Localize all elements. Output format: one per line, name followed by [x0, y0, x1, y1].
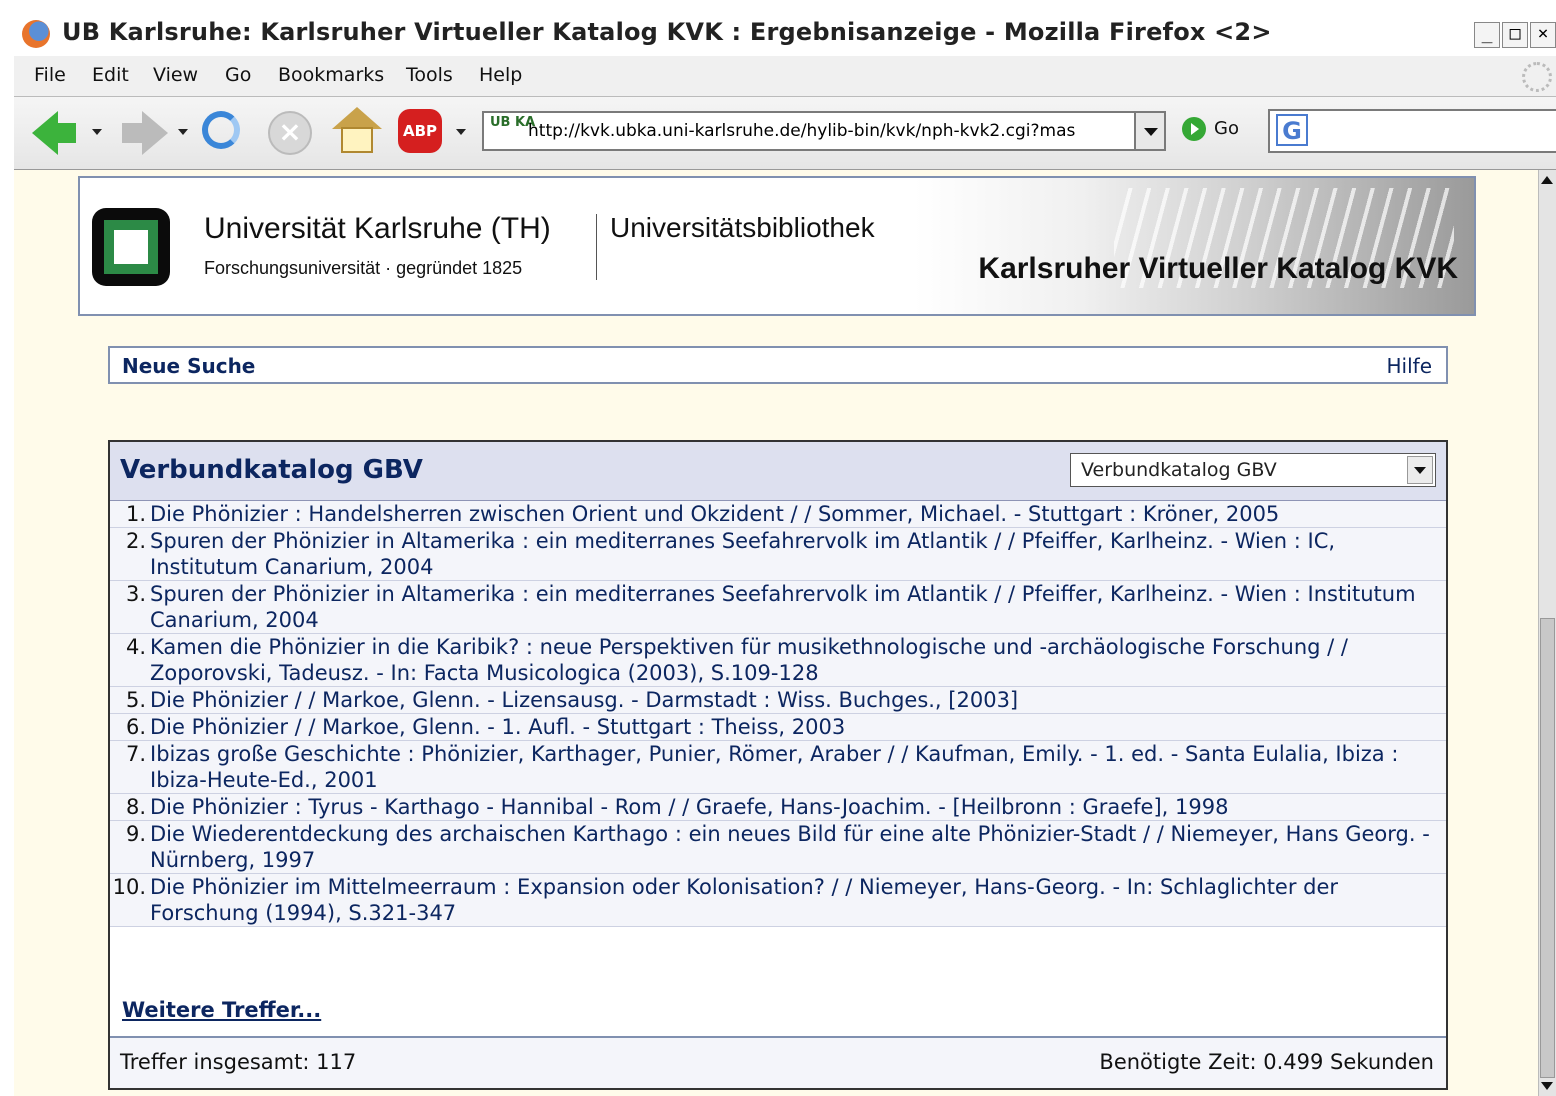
- results-footer: Treffer insgesamt: 117 Benötigte Zeit: 0…: [110, 1036, 1446, 1088]
- go-arrow-icon: [1182, 117, 1206, 141]
- reload-button[interactable]: [202, 111, 240, 149]
- forward-button[interactable]: [122, 111, 168, 155]
- menu-bar: File Edit View Go Bookmarks Tools Help: [14, 56, 1556, 97]
- results-header: Verbundkatalog GBV Verbundkatalog GBV: [110, 442, 1446, 501]
- library-name: Universitätsbibliothek: [610, 212, 875, 243]
- result-item: 4. Kamen die Phönizier in die Karibik? : …: [110, 634, 1446, 687]
- result-item: 9. Die Wiederentdeckung des archaischen K…: [110, 821, 1446, 874]
- result-item: 8. Die Phönizier : Tyrus - Karthago - Han…: [110, 794, 1446, 821]
- result-item: 3. Spuren der Phönizier in Altamerika : e…: [110, 581, 1446, 634]
- scrollbar-thumb[interactable]: [1540, 618, 1555, 1078]
- new-search-link[interactable]: Neue Suche: [122, 354, 255, 378]
- stop-button[interactable]: ×: [268, 111, 312, 155]
- url-text[interactable]: http://kvk.ubka.uni-karlsruhe.de/hylib-b…: [528, 121, 1075, 141]
- result-item: 5. Die Phönizier / / Markoe, Glenn. - Liz…: [110, 687, 1446, 714]
- result-item: 1. Die Phönizier : Handelsherren zwischen…: [110, 501, 1446, 528]
- result-number: 9.: [125, 822, 146, 846]
- window-title: UB Karlsruhe: Karlsruher Virtueller Kata…: [62, 18, 1272, 46]
- result-item: 10. Die Phönizier im Mittelmeerraum : Exp…: [110, 874, 1446, 927]
- catalog-select-value: Verbundkatalog GBV: [1081, 459, 1277, 481]
- adblock-plus-button[interactable]: ABP: [398, 109, 442, 153]
- result-number: 10.: [112, 875, 146, 899]
- menu-tools[interactable]: Tools: [406, 64, 453, 86]
- more-results-link[interactable]: Weitere Treffer...: [122, 998, 321, 1022]
- result-number: 6.: [125, 715, 146, 739]
- result-number: 7.: [125, 742, 146, 766]
- elapsed-time: Benötigte Zeit: 0.499 Sekunden: [1099, 1050, 1434, 1074]
- search-engine-field[interactable]: G: [1268, 109, 1556, 153]
- result-number: 5.: [125, 688, 146, 712]
- banner-divider: [596, 214, 597, 280]
- catalog-select[interactable]: Verbundkatalog GBV: [1070, 453, 1436, 487]
- scroll-up-icon[interactable]: [1541, 176, 1553, 184]
- result-link[interactable]: Spuren der Phönizier in Altamerika : ein…: [150, 528, 1436, 580]
- catalog-name: Karlsruher Virtueller Katalog KVK: [978, 252, 1458, 285]
- result-link[interactable]: Die Phönizier im Mittelmeerraum : Expans…: [150, 874, 1436, 926]
- go-label: Go: [1214, 118, 1239, 139]
- home-button[interactable]: [332, 107, 382, 155]
- back-button[interactable]: [32, 111, 76, 155]
- maximize-button[interactable]: □: [1502, 22, 1528, 48]
- chevron-down-icon[interactable]: [1407, 456, 1433, 484]
- result-number: 1.: [125, 502, 146, 526]
- result-link[interactable]: Die Phönizier / / Markoe, Glenn. - Lizen…: [150, 687, 1436, 713]
- result-item: 7. Ibizas große Geschichte : Phönizier, K…: [110, 741, 1446, 794]
- results-panel: Verbundkatalog GBV Verbundkatalog GBV 1.…: [108, 440, 1448, 1090]
- window-titlebar: UB Karlsruhe: Karlsruher Virtueller Kata…: [14, 8, 1556, 56]
- home-roof-icon: [332, 107, 382, 129]
- result-link[interactable]: Die Phönizier : Handelsherren zwischen O…: [150, 501, 1436, 527]
- help-link[interactable]: Hilfe: [1387, 354, 1433, 378]
- results-list: 1. Die Phönizier : Handelsherren zwischen…: [110, 501, 1446, 927]
- result-item: 6. Die Phönizier / / Markoe, Glenn. - 1. …: [110, 714, 1446, 741]
- result-link[interactable]: Die Phönizier / / Markoe, Glenn. - 1. Au…: [150, 714, 1436, 740]
- go-button[interactable]: Go: [1182, 117, 1239, 147]
- page-viewport: Universität Karlsruhe (TH) Forschungsuni…: [14, 170, 1538, 1096]
- result-link[interactable]: Spuren der Phönizier in Altamerika : ein…: [150, 581, 1436, 633]
- result-link[interactable]: Ibizas große Geschichte : Phönizier, Kar…: [150, 741, 1436, 793]
- firefox-logo-icon: [22, 20, 50, 48]
- search-nav-bar: Neue Suche Hilfe: [108, 346, 1448, 384]
- url-history-dropdown-button[interactable]: [1136, 111, 1166, 151]
- menu-view[interactable]: View: [153, 64, 198, 86]
- result-item: 2. Spuren der Phönizier in Altamerika : e…: [110, 528, 1446, 581]
- university-logo-icon: [92, 208, 170, 286]
- forward-history-dropdown-icon[interactable]: [178, 129, 188, 135]
- library-photo: [914, 178, 1474, 314]
- url-field[interactable]: UB KA http://kvk.ubka.uni-karlsruhe.de/h…: [482, 111, 1136, 151]
- menu-edit[interactable]: Edit: [92, 64, 129, 86]
- adblock-dropdown-icon[interactable]: [456, 129, 466, 135]
- menu-help[interactable]: Help: [479, 64, 522, 86]
- throbber-icon: [1522, 62, 1552, 92]
- menu-file[interactable]: File: [34, 64, 66, 86]
- navigation-toolbar: × ABP UB KA http://kvk.ubka.uni-karlsruh…: [14, 97, 1556, 170]
- catalog-title: Verbundkatalog GBV: [120, 455, 423, 485]
- scroll-down-icon[interactable]: [1541, 1082, 1553, 1090]
- result-link[interactable]: Kamen die Phönizier in die Karibik? : ne…: [150, 634, 1436, 686]
- result-link[interactable]: Die Phönizier : Tyrus - Karthago - Hanni…: [150, 794, 1436, 820]
- minimize-button[interactable]: _: [1474, 22, 1500, 48]
- window-controls: _ □ ×: [1472, 20, 1556, 48]
- result-number: 4.: [125, 635, 146, 659]
- menu-go[interactable]: Go: [225, 64, 251, 86]
- home-body-icon: [341, 127, 373, 153]
- university-name: Universität Karlsruhe (TH): [204, 212, 551, 245]
- result-link[interactable]: Die Wiederentdeckung des archaischen Kar…: [150, 821, 1436, 873]
- header-banner: Universität Karlsruhe (TH) Forschungsuni…: [78, 176, 1476, 316]
- total-hits: Treffer insgesamt: 117: [120, 1050, 357, 1074]
- google-search-icon[interactable]: G: [1276, 114, 1308, 146]
- close-button[interactable]: ×: [1530, 22, 1556, 48]
- result-number: 3.: [125, 582, 146, 606]
- menu-bookmarks[interactable]: Bookmarks: [278, 64, 384, 86]
- vertical-scrollbar[interactable]: [1538, 170, 1556, 1096]
- result-number: 2.: [125, 529, 146, 553]
- back-history-dropdown-icon[interactable]: [92, 129, 102, 135]
- result-number: 8.: [125, 795, 146, 819]
- university-subtitle: Forschungsuniversität · gegründet 1825: [204, 258, 523, 278]
